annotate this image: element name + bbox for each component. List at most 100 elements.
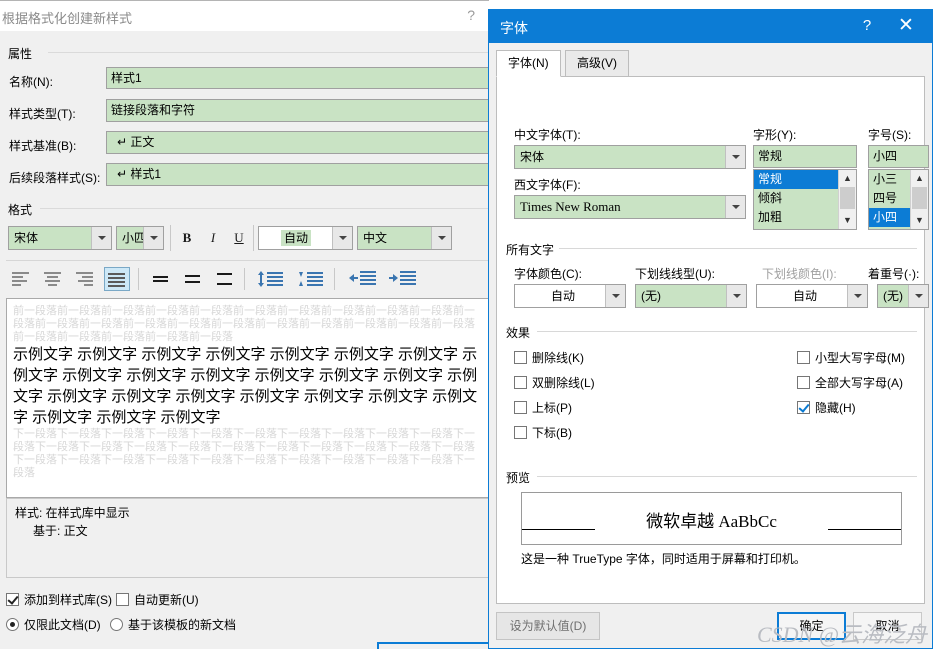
new-docs-template-radio[interactable]: 基于该模板的新文档 <box>110 616 236 633</box>
font-style-scrollbar[interactable]: ▲ ▼ <box>838 170 856 229</box>
checkbox-icon <box>797 376 810 389</box>
font-color-combo[interactable]: 自动 <box>258 226 353 250</box>
font-size-input[interactable]: 小四 <box>868 145 929 168</box>
tab-font[interactable]: 字体(N) <box>496 50 561 77</box>
effects-group-label: 效果 <box>506 324 536 341</box>
font-dialog-tabstrip: 字体(N) 高级(V) <box>496 50 925 77</box>
this-document-only-radio[interactable]: 仅限此文档(D) <box>6 616 101 633</box>
increase-spacing-before-button[interactable] <box>254 267 288 291</box>
tab-advanced[interactable]: 高级(V) <box>565 50 629 77</box>
font-style-list[interactable]: 常规 倾斜 加粗 ▲ ▼ <box>753 169 857 230</box>
chevron-down-icon[interactable] <box>847 285 867 307</box>
help-icon[interactable]: ? <box>853 17 881 34</box>
hidden-checkbox[interactable]: 隐藏(H) <box>797 399 856 416</box>
scrollbar-thumb[interactable] <box>840 187 855 209</box>
format-toolbar: 宋体 小匹 B I U 自动 中文 <box>0 221 489 257</box>
scroll-down-icon[interactable]: ▼ <box>911 212 928 229</box>
underline-style-label: 下划线线型(U): <box>635 267 715 281</box>
font-size-list[interactable]: 小三 四号 小四 ▲ ▼ <box>868 169 929 230</box>
superscript-checkbox[interactable]: 上标(P) <box>514 399 572 416</box>
underline-button[interactable]: U <box>227 226 251 250</box>
chevron-down-icon[interactable] <box>431 227 451 249</box>
hidden-label: 隐藏(H) <box>815 401 856 415</box>
small-caps-label: 小型大写字母(M) <box>815 351 905 365</box>
preview-left-rule <box>522 529 595 530</box>
ok-button[interactable]: 确定 <box>777 612 846 640</box>
style-dialog-title: 根据格式化创建新样式 <box>2 11 133 26</box>
language-combo[interactable]: 中文 <box>357 226 452 250</box>
new-style-dialog: 根据格式化创建新样式 ? 属性 名称(N): 样式1 样式类型(T): 链接段落… <box>0 0 489 649</box>
strikethrough-checkbox[interactable]: 删除线(K) <box>514 349 584 366</box>
line-spacing-single-button[interactable] <box>148 267 174 291</box>
help-icon[interactable]: ? <box>467 7 475 23</box>
all-caps-checkbox[interactable]: 全部大写字母(A) <box>797 374 903 391</box>
chevron-down-icon[interactable] <box>143 227 163 249</box>
style-base-select[interactable]: ↵ 正文 <box>106 131 489 154</box>
style-desc-line-2: 基于: 正文 <box>33 524 88 538</box>
cn-font-label: 中文字体(T): <box>514 128 581 142</box>
chevron-down-icon[interactable] <box>332 227 352 249</box>
chevron-down-icon[interactable] <box>726 285 746 307</box>
decrease-spacing-after-button[interactable] <box>294 267 328 291</box>
style-type-label: 样式类型(T): <box>9 107 76 121</box>
chevron-down-icon[interactable] <box>908 285 928 307</box>
font-style-label: 字形(Y): <box>753 128 797 142</box>
increase-indent-button[interactable] <box>386 267 420 291</box>
font-size-scrollbar[interactable]: ▲ ▼ <box>910 170 928 229</box>
font-family-combo[interactable]: 宋体 <box>8 226 112 250</box>
close-icon[interactable]: ✕ <box>886 15 926 37</box>
scroll-up-icon[interactable]: ▲ <box>839 170 856 187</box>
subscript-checkbox[interactable]: 下标(B) <box>514 424 572 441</box>
decrease-indent-button[interactable] <box>346 267 380 291</box>
font-style-input[interactable]: 常规 <box>753 145 857 168</box>
font-size-label: 字号(S): <box>868 128 912 142</box>
next-style-select[interactable]: ↵ 样式1 <box>106 163 489 186</box>
toolbar-separator <box>334 268 335 290</box>
format-group-rule <box>40 208 489 209</box>
name-input[interactable]: 样式1 <box>106 67 489 89</box>
align-right-button[interactable] <box>72 267 98 291</box>
west-font-combo[interactable]: Times New Roman <box>514 195 746 219</box>
toolbar-separator <box>253 225 254 251</box>
chevron-down-icon[interactable] <box>725 146 745 168</box>
radio-icon <box>6 618 19 631</box>
align-center-button[interactable] <box>40 267 66 291</box>
checkbox-icon <box>797 401 810 414</box>
scrollbar-thumb[interactable] <box>912 187 927 209</box>
cancel-button[interactable]: 取消 <box>853 612 922 640</box>
font-color-combo[interactable]: 自动 <box>514 284 626 308</box>
double-strikethrough-checkbox[interactable]: 双删除线(L) <box>514 374 595 391</box>
underline-style-combo[interactable]: (无) <box>635 284 747 308</box>
properties-group-label: 属性 <box>8 45 38 62</box>
line-spacing-1half-button[interactable] <box>180 267 206 291</box>
add-to-gallery-label: 添加到样式库(S) <box>24 593 112 607</box>
small-caps-checkbox[interactable]: 小型大写字母(M) <box>797 349 905 366</box>
preview-after-text: 下一段落下一段落下一段落下一段落下一段落下一段落下一段落下一段落下一段落下一段落… <box>13 428 475 479</box>
bold-button[interactable]: B <box>175 226 199 250</box>
toolbar-separator <box>244 268 245 290</box>
style-dialog-ok-button[interactable] <box>377 642 489 649</box>
font-size-combo[interactable]: 小匹 <box>116 226 164 250</box>
scroll-down-icon[interactable]: ▼ <box>839 212 856 229</box>
align-justify-button[interactable] <box>104 267 130 291</box>
align-left-button[interactable] <box>8 267 34 291</box>
line-spacing-double-button[interactable] <box>212 267 238 291</box>
next-style-label: 后续段落样式(S): <box>9 171 101 185</box>
style-type-select[interactable]: 链接段落和字符 <box>106 99 489 122</box>
chevron-down-icon[interactable] <box>605 285 625 307</box>
emphasis-mark-combo[interactable]: (无) <box>877 284 929 308</box>
chevron-down-icon[interactable] <box>725 196 745 218</box>
font-tab-panel: 中文字体(T): 字形(Y): 字号(S): 宋体 西文字体(F): Times… <box>496 76 929 604</box>
all-caps-label: 全部大写字母(A) <box>815 376 903 390</box>
underline-color-combo[interactable]: 自动 <box>756 284 868 308</box>
scroll-up-icon[interactable]: ▲ <box>911 170 928 187</box>
all-text-group-rule <box>559 248 917 249</box>
checkbox-icon <box>514 401 527 414</box>
cn-font-combo[interactable]: 宋体 <box>514 145 746 169</box>
auto-update-label: 自动更新(U) <box>134 593 199 607</box>
auto-update-checkbox[interactable]: 自动更新(U) <box>116 591 199 608</box>
add-to-gallery-checkbox[interactable]: 添加到样式库(S) <box>6 591 112 608</box>
italic-button[interactable]: I <box>201 226 225 250</box>
set-default-button[interactable]: 设为默认值(D) <box>496 612 600 640</box>
chevron-down-icon[interactable] <box>91 227 111 249</box>
